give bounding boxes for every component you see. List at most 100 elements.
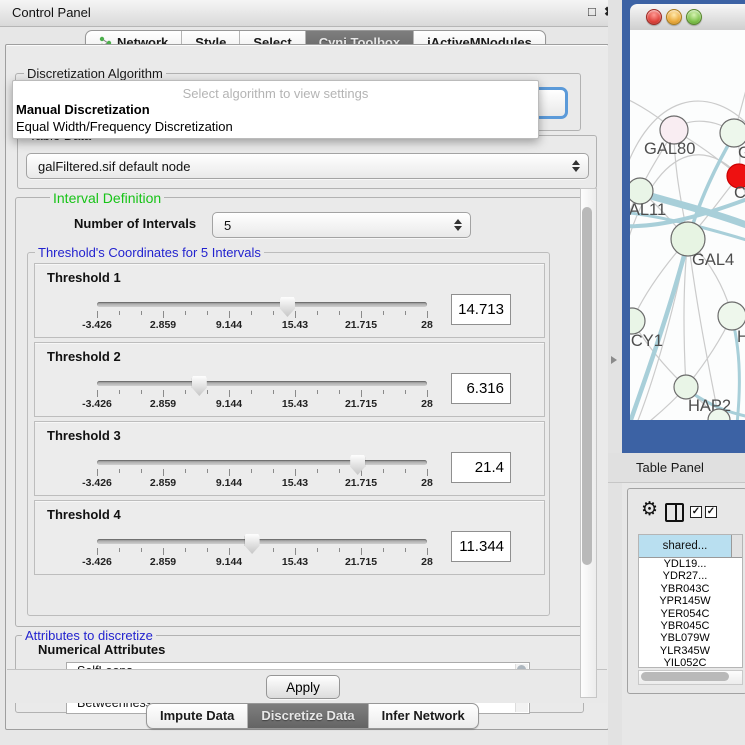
threshold-row: Threshold 3-3.4262.8599.14415.4321.71528… (34, 421, 545, 496)
table-row[interactable]: YER054CYER0 (639, 608, 742, 620)
tab-discretize-data[interactable]: Discretize Data (248, 704, 368, 728)
slider-thumb[interactable] (280, 297, 295, 317)
slider-tick (163, 390, 164, 397)
slider-scale-label: 28 (421, 477, 433, 489)
slider-scale-label: 21.715 (345, 556, 377, 568)
threshold-label: Threshold 4 (47, 507, 121, 522)
checkbox-checked-icon[interactable]: ✓ (705, 506, 717, 518)
network-node-label: GAL11 (630, 201, 666, 219)
table-cell: YBR0 (732, 583, 743, 595)
table-row[interactable]: YDR27...YDR2 (639, 570, 742, 582)
table-cell: YIL0 (732, 657, 743, 668)
left-panel-scrollbar[interactable] (580, 188, 597, 698)
slider-tick (295, 548, 296, 555)
table-header-row: shared...n (639, 535, 742, 558)
scrollbar-thumb[interactable] (582, 207, 592, 565)
slider-track[interactable] (97, 302, 427, 307)
dropdown-option-manual[interactable]: Manual Discretization (16, 102, 150, 117)
table-row[interactable]: YDL19...YDL1 (639, 558, 742, 570)
table-panel-title: Table Panel (636, 460, 704, 475)
scrollbar-thumb[interactable] (641, 672, 729, 681)
panel-divider[interactable] (608, 0, 622, 745)
slider-tick (405, 548, 406, 552)
slider-track[interactable] (97, 460, 427, 465)
slider-tick (427, 390, 428, 397)
slider-tick (427, 469, 428, 476)
table-row[interactable]: YBR043CYBR0 (639, 583, 742, 595)
table-row[interactable]: YIL052CYIL0 (639, 657, 742, 668)
threshold-value-field[interactable]: 11.344 (451, 531, 511, 562)
slider-scale-label: -3.426 (82, 556, 112, 568)
slider-tick (427, 548, 428, 555)
dropdown-hint: Select algorithm to view settings (13, 86, 538, 101)
network-node[interactable] (674, 375, 698, 399)
table-cell: YPR145W (639, 595, 732, 607)
slider-scale-label: -3.426 (82, 319, 112, 331)
network-node[interactable] (630, 308, 645, 334)
gear-icon[interactable]: ⚙ (641, 500, 658, 519)
column-header-name[interactable]: n (732, 535, 743, 557)
slider-tick (97, 311, 98, 318)
control-panel-titlebar: Control Panel □ ✖ (0, 0, 620, 27)
tab-impute-data[interactable]: Impute Data (147, 704, 248, 728)
slider-tick (339, 469, 340, 473)
slider-scale-label: -3.426 (82, 398, 112, 410)
number-of-intervals-label: Number of Intervals (74, 216, 196, 231)
slider-thumb[interactable] (245, 534, 260, 554)
table-cell: YBR043C (639, 583, 732, 595)
slider-tick (295, 311, 296, 318)
table-horizontal-scrollbar[interactable] (638, 670, 743, 685)
table-body: YDL19...YDL1YDR27...YDR2YBR043CYBR0YPR14… (639, 558, 742, 668)
slider-tick (427, 311, 428, 318)
slider-scale-label: 21.715 (345, 319, 377, 331)
splitter-arrow-icon[interactable] (611, 356, 617, 364)
tab-infer-network[interactable]: Infer Network (369, 704, 478, 728)
threshold-value-field[interactable]: 21.4 (451, 452, 511, 483)
table-cell: YLR3 (732, 645, 743, 657)
table-cell: YDL1 (732, 558, 743, 570)
close-traffic-light-icon[interactable] (646, 9, 662, 25)
slider-tick (405, 311, 406, 315)
slider-scale-label: 9.144 (216, 398, 242, 410)
column-header-shared-name[interactable]: shared... (639, 535, 732, 557)
table-data-combo[interactable]: galFiltered.sif default node (26, 153, 589, 179)
table-row[interactable]: YLR345WYLR3 (639, 645, 742, 657)
checkbox-checked-icon[interactable]: ✓ (690, 506, 702, 518)
slider-thumb[interactable] (192, 376, 207, 396)
slider-tick (163, 311, 164, 318)
apply-button[interactable]: Apply (266, 675, 340, 699)
slider-tick (207, 311, 208, 315)
node-table[interactable]: shared...n YDL19...YDL1YDR27...YDR2YBR04… (638, 534, 743, 668)
threshold-row: Threshold 4-3.4262.8599.14415.4321.71528… (34, 500, 545, 575)
slider-tick (273, 311, 274, 315)
threshold-value-field[interactable]: 6.316 (451, 373, 511, 404)
slider-tick (339, 548, 340, 552)
network-window-titlebar[interactable] (630, 4, 745, 31)
zoom-traffic-light-icon[interactable] (686, 9, 702, 25)
slider-tick (207, 548, 208, 552)
network-node-label: GA (738, 144, 745, 162)
threshold-label: Threshold 1 (47, 270, 121, 285)
table-row[interactable]: YBR045CYBR0 (639, 620, 742, 632)
network-node-label: HA (737, 328, 745, 346)
slider-track[interactable] (97, 539, 427, 544)
table-row[interactable]: YPR145WYPR1 (639, 595, 742, 607)
dropdown-option-equal-width[interactable]: Equal Width/Frequency Discretization (16, 119, 233, 134)
slider-tick (405, 469, 406, 473)
slider-tick (207, 469, 208, 473)
table-data-combo-value: galFiltered.sif default node (27, 159, 569, 174)
column-layout-icon[interactable] (665, 503, 684, 522)
maximize-icon[interactable]: □ (588, 4, 596, 19)
minimize-traffic-light-icon[interactable] (666, 9, 682, 25)
cyni-toolbox-panel: Discretization Algorithm Table Data galF… (5, 44, 609, 730)
network-node[interactable] (720, 119, 745, 147)
slider-scale-label: -3.426 (82, 477, 112, 489)
slider-thumb[interactable] (350, 455, 365, 475)
window-title: Control Panel (12, 5, 91, 20)
number-of-intervals-combo[interactable]: 5 (212, 212, 471, 238)
slider-track[interactable] (97, 381, 427, 386)
network-canvas[interactable]: GAL80GACYGAL11GAL4GCY1HAHAP2 (630, 30, 745, 420)
network-node[interactable] (718, 302, 745, 330)
threshold-value-field[interactable]: 14.713 (451, 294, 511, 325)
table-row[interactable]: YBL079WYBL0 (639, 632, 742, 644)
